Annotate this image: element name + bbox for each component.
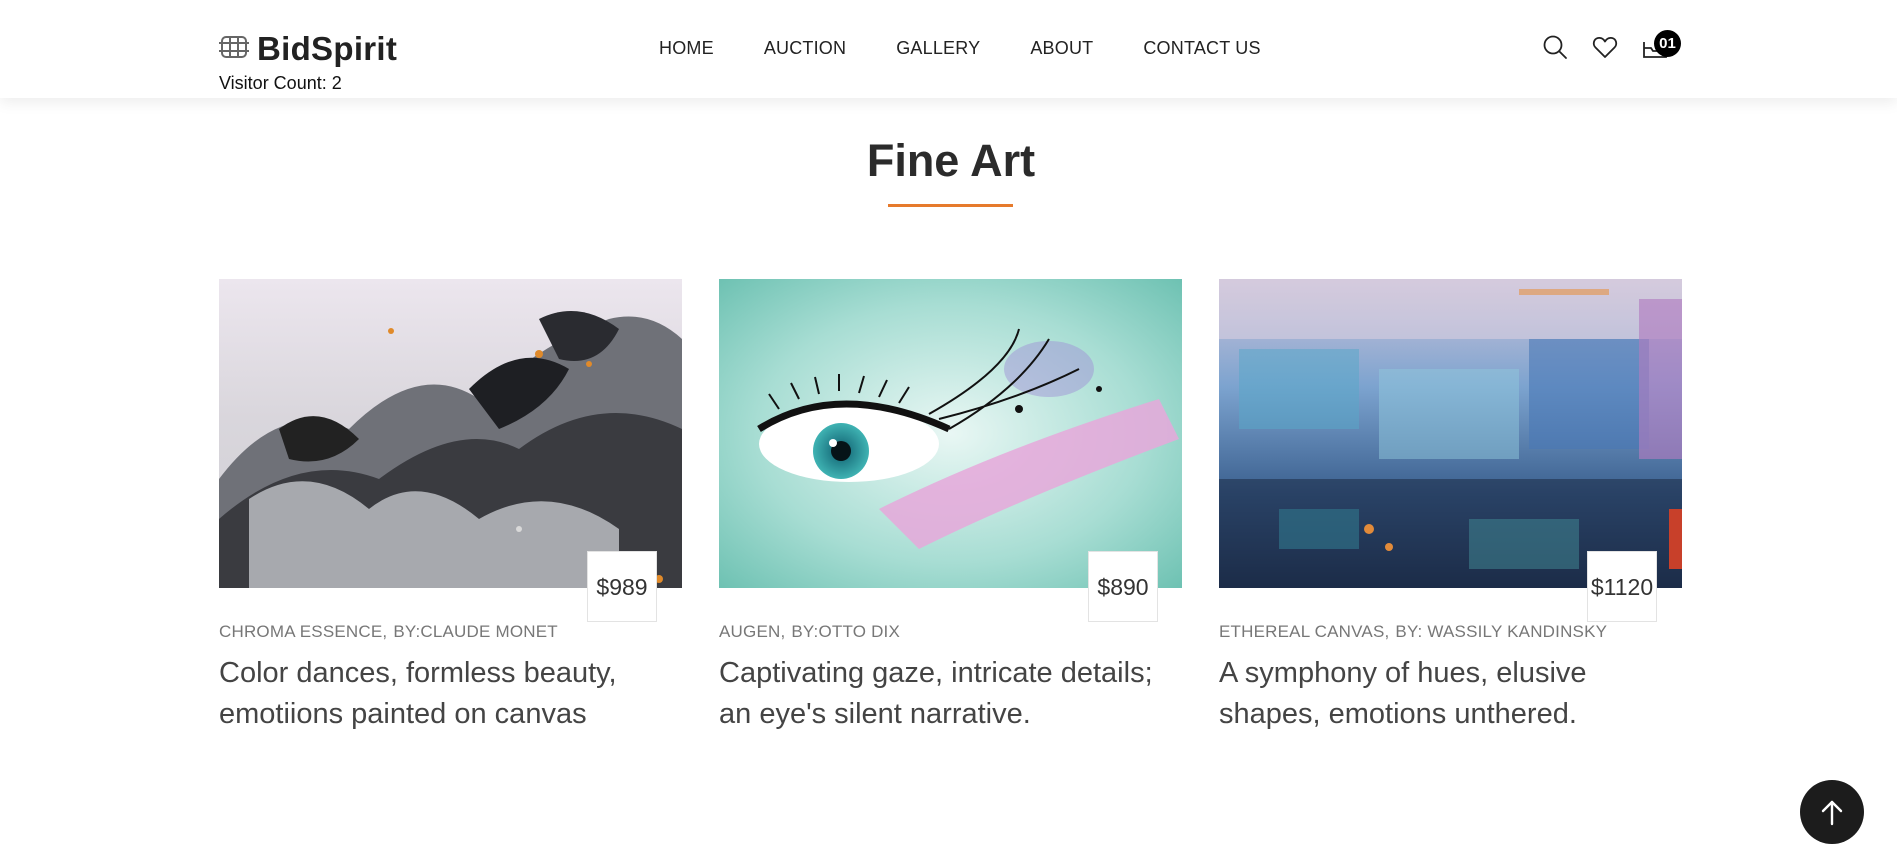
art-meta-2: AUGEN, BY:OTTO DIX (719, 622, 900, 642)
artwork-image-chroma-essence[interactable] (219, 279, 682, 588)
section-title: Fine Art (866, 135, 1036, 186)
main-nav: HOME AUCTION GALLERY ABOUT CONTACT US (659, 38, 1261, 59)
visitor-count: Visitor Count: 2 (219, 73, 342, 93)
art-title[interactable]: CHROMA ESSENCE, (219, 622, 387, 641)
arrow-up-icon (1800, 800, 1864, 848)
art-card-1[interactable] (219, 279, 682, 588)
art-artist[interactable]: BY: WASSILY KANDINSKY (1395, 622, 1607, 641)
brand-name: BidSpirit (257, 30, 398, 67)
art-title[interactable]: ETHEREAL CANVAS, (1219, 622, 1389, 641)
art-description[interactable]: Color dances, formless beauty, emotiions… (219, 653, 689, 735)
art-description[interactable]: A symphony of hues, elusive shapes, emot… (1219, 653, 1689, 735)
nav-home[interactable]: HOME (659, 38, 714, 59)
nav-gallery[interactable]: GALLERY (896, 38, 980, 59)
nav-auction[interactable]: AUCTION (764, 38, 846, 59)
price-tag: $989 (587, 551, 657, 622)
logo-icon (219, 32, 257, 67)
art-meta-3: ETHEREAL CANVAS, BY: WASSILY KANDINSKY (1219, 622, 1607, 642)
cart-count-badge: 01 (1654, 30, 1681, 57)
art-title[interactable]: AUGEN, (719, 622, 785, 641)
brand-logo[interactable]: BidSpirit (219, 30, 397, 68)
art-card-2[interactable] (719, 279, 1182, 588)
scroll-to-top-button[interactable] (1800, 780, 1864, 844)
price-tag: $1120 (1587, 551, 1657, 622)
price-tag: $890 (1088, 551, 1158, 622)
nav-contact-us[interactable]: CONTACT US (1143, 38, 1260, 59)
heart-icon[interactable] (1592, 34, 1618, 60)
artwork-image-ethereal-canvas[interactable] (1219, 279, 1682, 588)
art-artist[interactable]: BY:CLAUDE MONET (393, 622, 558, 641)
artwork-image-augen[interactable] (719, 279, 1182, 588)
site-header: BidSpirit Visitor Count: 2 HOME AUCTION … (0, 0, 1897, 98)
art-meta-1: CHROMA ESSENCE, BY:CLAUDE MONET (219, 622, 558, 642)
art-description[interactable]: Captivating gaze, intricate details; an … (719, 653, 1189, 735)
art-card-3[interactable] (1219, 279, 1682, 588)
search-icon[interactable] (1542, 34, 1568, 60)
nav-about[interactable]: ABOUT (1030, 38, 1093, 59)
art-artist[interactable]: BY:OTTO DIX (791, 622, 900, 641)
title-underline (888, 204, 1013, 207)
